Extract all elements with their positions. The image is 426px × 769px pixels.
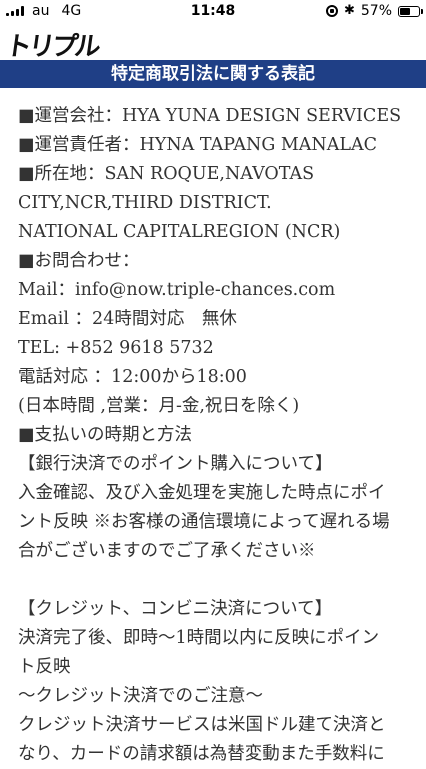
content-line: TEL: +852 9618 5732 xyxy=(18,338,214,358)
content-line: クレジット決済サービスは米国ドル建て決済と xyxy=(18,715,386,735)
content-line: ト反映 xyxy=(18,657,71,677)
content-line: ■支払いの時期と方法 xyxy=(18,425,193,445)
content-line: 決済完了後、即時〜1時間以内に反映にポイン xyxy=(18,628,380,648)
content-line: Mail：info@now.triple-chances.com xyxy=(18,280,336,300)
content-line: ■所在地：SAN ROQUE,NAVOTAS xyxy=(18,164,315,184)
content-line: NATIONAL CAPITALREGION (NCR) xyxy=(18,222,341,242)
status-right: ✱ 57% xyxy=(325,3,423,19)
content-line: ■お問合わせ： xyxy=(18,251,140,271)
content-line: 【クレジット、コンビニ決済について】 xyxy=(18,599,333,619)
content-line: Email ：24時間対応 無休 xyxy=(18,309,237,329)
page-title: 特定商取引法に関する表記 xyxy=(0,60,426,88)
content-line: (日本時間 ,営業：月-金,祝日を除く) xyxy=(18,396,300,416)
site-logo[interactable]: トリプル xyxy=(3,26,100,63)
content-line: 入金確認、及び入金処理を実施した時点にポイ xyxy=(18,483,386,503)
content-line: 【銀行決済でのポイント購入について】 xyxy=(18,454,333,474)
content-line: ■運営会社：HYA YUNA DESIGN SERVICES xyxy=(18,106,402,126)
content-line: なり、カードの請求額は為替変動また手数料に xyxy=(18,744,385,764)
status-bar: au 4G 11:48 ✱ 57% xyxy=(0,0,426,24)
content-line: 合がございますのでご了承ください※ xyxy=(18,541,316,561)
content-line: 〜クレジット決済でのご注意〜 xyxy=(18,686,263,706)
battery-level-fill xyxy=(400,7,411,15)
site-header: トリプル xyxy=(0,24,426,63)
content-line: CITY,NCR,THIRD DISTRICT. xyxy=(18,193,272,213)
content-line: 電話対応 ：12:00から18:00 xyxy=(18,367,247,387)
orientation-lock-icon xyxy=(325,5,338,17)
content-line: ■運営責任者：HYNA TAPANG MANALAC xyxy=(18,135,378,155)
battery-percent: 57% xyxy=(360,3,392,19)
battery-icon xyxy=(398,5,423,17)
bluetooth-icon: ✱ xyxy=(343,3,355,18)
content-line: ント反映 ※お客様の通信環境によって遅れる場 xyxy=(18,512,390,532)
legal-notice-content: ■運営会社：HYA YUNA DESIGN SERVICES ■運営責任者：HYN… xyxy=(0,88,426,769)
